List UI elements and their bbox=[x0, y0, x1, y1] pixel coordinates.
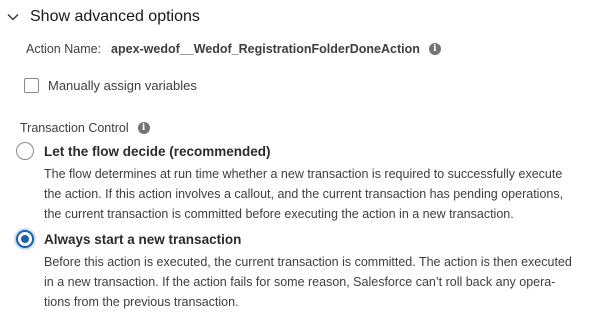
info-icon[interactable]: i bbox=[428, 43, 441, 55]
description-line: the current transaction is committed bef… bbox=[44, 207, 514, 221]
action-name-label: Action Name: bbox=[26, 42, 102, 56]
radio-button-selected[interactable] bbox=[16, 230, 34, 248]
show-advanced-options-toggle[interactable]: Show advanced options bbox=[6, 8, 200, 26]
section-title: Show advanced options bbox=[30, 8, 200, 25]
transaction-control-label: Transaction Control bbox=[20, 121, 129, 135]
radio-button[interactable] bbox=[16, 142, 34, 160]
description-line: tions from the previous transaction. bbox=[44, 295, 239, 309]
description-line: Before this action is executed, the curr… bbox=[44, 255, 572, 269]
manually-assign-variables-label: Manually assign variables bbox=[48, 78, 197, 93]
radio-option-let-flow-decide[interactable]: Let the flow decide (recommended) bbox=[16, 142, 271, 160]
option-description: Before this action is executed, the curr… bbox=[44, 252, 604, 312]
description-line: the action. If this action involves a ca… bbox=[44, 187, 564, 201]
transaction-control-header: Transaction Control i bbox=[20, 121, 150, 135]
chevron-down-icon bbox=[7, 13, 19, 21]
radio-label: Always start a new transaction bbox=[44, 231, 242, 247]
option-description: The flow determines at run time whether … bbox=[44, 164, 604, 224]
radio-option-always-new-transaction[interactable]: Always start a new transaction bbox=[16, 230, 241, 248]
info-icon[interactable]: i bbox=[137, 122, 150, 134]
manually-assign-variables-row[interactable]: Manually assign variables bbox=[24, 78, 197, 93]
description-line: The flow determines at run time whether … bbox=[44, 167, 563, 181]
radio-label: Let the flow decide (recommended) bbox=[44, 143, 271, 159]
description-line: in a new transaction. If the action fail… bbox=[44, 275, 556, 289]
action-name-row: Action Name: apex-wedof__Wedof_Registrat… bbox=[26, 42, 441, 56]
action-name-value: apex-wedof__Wedof_RegistrationFolderDone… bbox=[111, 42, 420, 56]
manually-assign-variables-checkbox[interactable] bbox=[24, 78, 39, 93]
